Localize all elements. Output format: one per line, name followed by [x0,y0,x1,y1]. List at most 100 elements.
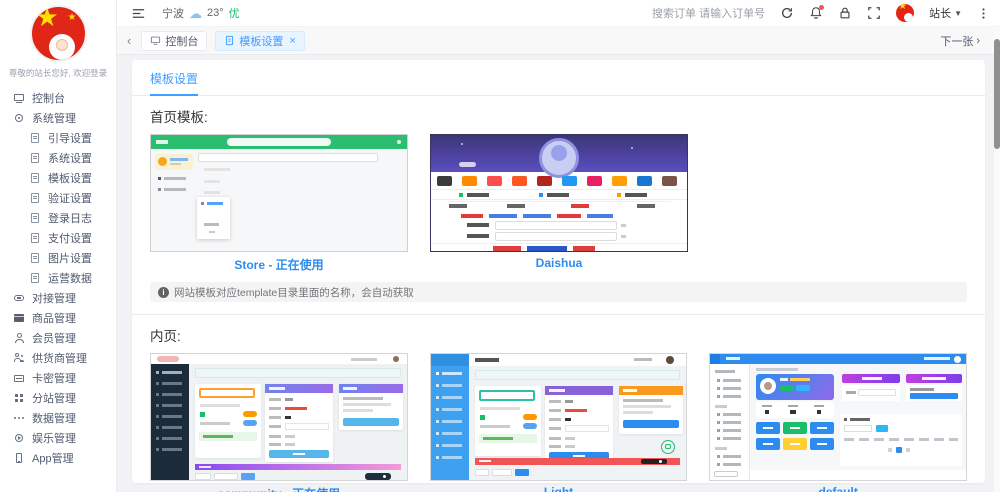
tab-label: 控制台 [165,33,198,49]
doc-icon [29,172,41,184]
inner-templates-title: 内页: [150,325,967,345]
order-search-trigger[interactable]: 搜索订单 请输入订单号 [652,5,765,21]
sidebar-item-docking[interactable]: 对接管理 [0,288,116,308]
template-card-light: Light [430,353,688,492]
section-divider [132,314,985,315]
template-label-default[interactable]: default [709,485,967,492]
dots-icon [13,412,25,424]
doc-icon [29,272,41,284]
gear-icon [13,112,25,124]
username-label: 站长 [929,5,951,21]
sidebar-item-image-settings[interactable]: 图片设置 [0,248,116,268]
play-icon [13,432,25,444]
user-icon [13,332,25,344]
next-page-button[interactable]: 下一张 › [940,33,980,49]
top-header: 宁波 ☁ 23° 优 搜索订单 请输入订单号 [117,0,1000,27]
scrollbar-track[interactable] [994,27,1000,492]
welcome-text: 尊敬的站长您好, 欢迎登录 [0,62,116,86]
temperature-label: 23° [207,7,224,19]
mascot-face [904,13,913,22]
info-icon: i [158,287,169,298]
template-preview-daishua[interactable] [430,134,688,252]
sidebar-item-system[interactable]: 系统管理 [0,108,116,128]
sidebar-item-members[interactable]: 会员管理 [0,328,116,348]
avatar-wrap: ★ ★ [0,0,116,62]
template-label-light[interactable]: Light [430,485,688,492]
template-preview-light[interactable] [430,353,688,481]
panel-tab-template-settings[interactable]: 模板设置 [150,70,198,96]
sidebar-item-goods[interactable]: 商品管理 [0,308,116,328]
tab-template-settings[interactable]: 模板设置 × [215,31,304,51]
chevron-right-icon: › [976,35,980,47]
sidebar-item-entertainment[interactable]: 娱乐管理 [0,428,116,448]
avatar[interactable]: ★ ★ [30,5,87,62]
sidebar-item-suppliers[interactable]: 供货商管理 [0,348,116,368]
sidebar-item-label: 登录日志 [48,210,92,226]
grid-icon [13,392,25,404]
sidebar-item-label: 支付设置 [48,230,92,246]
template-settings-panel: 模板设置 首页模板: [132,60,985,483]
tab-label: 模板设置 [239,33,283,49]
doc-icon [29,232,41,244]
flag-star-icon: ★ [898,4,907,12]
document-icon [224,35,235,46]
sidebar-item-label: 运营数据 [48,270,92,286]
template-label-daishua[interactable]: Daishua [430,256,688,270]
sidebar-item-data[interactable]: 数据管理 [0,408,116,428]
menu-toggle-icon[interactable] [131,6,146,21]
fullscreen-icon[interactable] [867,6,881,20]
main-column: 宁波 ☁ 23° 优 搜索订单 请输入订单号 [117,0,1000,492]
doc-icon [29,152,41,164]
flag-star-icon: ★ [36,5,59,30]
sidebar-item-label: App管理 [32,450,74,466]
template-card-default: default [709,353,967,492]
sidebar-item-substations[interactable]: 分站管理 [0,388,116,408]
sidebar-item-operation-data[interactable]: 运营数据 [0,268,116,288]
sidebar-item-label: 验证设置 [48,190,92,206]
sidebar-item-system-settings[interactable]: 系统设置 [0,148,116,168]
sidebar-item-login-log[interactable]: 登录日志 [0,208,116,228]
kebab-menu-icon[interactable] [977,7,990,20]
panel-tab-strip: 模板设置 [132,70,985,96]
sidebar-item-template-settings[interactable]: 模板设置 [0,168,116,188]
tabs-scroll-left-icon[interactable]: ‹ [125,33,133,48]
box-icon [13,312,25,324]
user-avatar[interactable]: ★ [896,4,914,22]
tab-bar: ‹ 控制台 模板设置 × 下一张 › [117,27,1000,55]
template-preview-default[interactable] [709,353,967,481]
template-preview-store[interactable] [150,134,408,252]
lock-icon[interactable] [838,6,852,20]
monitor-icon [13,92,25,104]
sidebar-item-label: 供货商管理 [32,350,87,366]
sidebar-item-label: 娱乐管理 [32,430,76,446]
close-tab-icon[interactable]: × [289,35,295,47]
bell-icon[interactable] [809,6,823,20]
sidebar-item-payment-settings[interactable]: 支付设置 [0,228,116,248]
sidebar-item-guide-settings[interactable]: 引导设置 [0,128,116,148]
user-menu[interactable]: 站长 ▼ [929,5,962,21]
doc-icon [29,252,41,264]
link-icon [13,292,25,304]
sidebar-item-label: 卡密管理 [32,370,76,386]
tab-console[interactable]: 控制台 [141,31,207,51]
users-icon [13,352,25,364]
scrollbar-thumb[interactable] [994,39,1000,149]
template-preview-community[interactable] [150,353,408,481]
sidebar-item-label: 模板设置 [48,170,92,186]
sidebar-item-label: 数据管理 [32,410,76,426]
refresh-icon[interactable] [780,6,794,20]
template-label-community[interactable]: community - 正在使用 [150,485,408,492]
city-label: 宁波 [162,5,184,21]
sidebar-item-label: 对接管理 [32,290,76,306]
sidebar-item-label: 系统设置 [48,150,92,166]
phone-icon [13,452,25,464]
template-label-store[interactable]: Store - 正在使用 [150,256,408,273]
sidebar-item-cards[interactable]: 卡密管理 [0,368,116,388]
sidebar-item-app[interactable]: App管理 [0,448,116,468]
next-label: 下一张 [940,33,973,49]
sidebar-item-console[interactable]: 控制台 [0,88,116,108]
home-info-text: 网站模板对应template目录里面的名称，会自动获取 [174,285,414,300]
sidebar-item-verify-settings[interactable]: 验证设置 [0,188,116,208]
home-info-alert: i 网站模板对应template目录里面的名称，会自动获取 [150,282,967,302]
home-templates-row: Store - 正在使用 [150,134,967,273]
